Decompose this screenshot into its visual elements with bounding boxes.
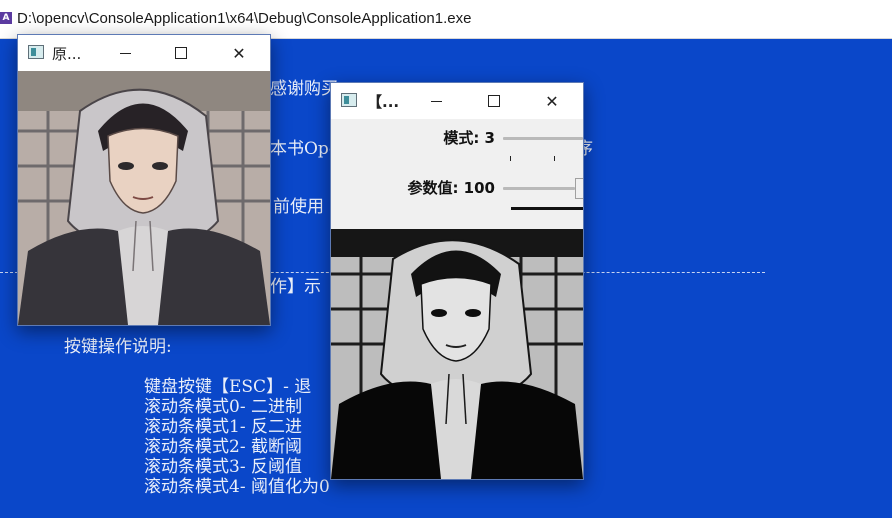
mode-trackbar-tick: [510, 156, 511, 161]
console-title: D:\opencv\ConsoleApplication1\x64\Debug\…: [17, 10, 472, 27]
mode-trackbar-label: 模式: 3: [443, 129, 495, 147]
console-line-book: 本书Ope: [270, 139, 339, 159]
portrait-color-illustration: [18, 71, 270, 325]
maximize-icon: [175, 47, 187, 59]
threshold-window-title: 【...: [367, 93, 400, 111]
value-trackbar[interactable]: [503, 187, 575, 190]
threshold-window-titlebar[interactable]: 【... ✕: [331, 83, 583, 119]
original-window-titlebar[interactable]: 原... ✕: [18, 35, 270, 71]
minimize-button[interactable]: [413, 83, 459, 119]
console-mode3: 滚动条模式3- 反阈值: [144, 457, 302, 477]
original-image: [18, 71, 270, 325]
close-icon: ✕: [232, 43, 246, 63]
minimize-button[interactable]: [102, 35, 148, 71]
console-line-version: 前使用: [273, 197, 324, 217]
threshold-image: [331, 229, 583, 479]
console-mode4: 滚动条模式4- 阈值化为0: [144, 477, 330, 497]
close-icon: ✕: [545, 91, 559, 111]
original-image-window[interactable]: 原... ✕: [17, 34, 271, 326]
console-key-heading: 按键操作说明:: [64, 337, 172, 357]
console-mode1: 滚动条模式1- 反二进: [144, 417, 302, 437]
value-trackbar-fill: [511, 207, 583, 210]
console-line-thanks: 感谢购买: [270, 79, 338, 99]
window-app-icon: [28, 45, 44, 59]
minimize-icon: [119, 52, 131, 54]
console-key-esc: 键盘按键【ESC】- 退: [144, 377, 312, 397]
trackbar-panel: 模式: 3 参数值: 100: [331, 119, 583, 229]
original-window-title: 原...: [52, 45, 82, 63]
mode-trackbar-tick: [554, 156, 555, 161]
mode-trackbar[interactable]: [503, 137, 583, 140]
maximize-button[interactable]: [158, 35, 204, 71]
window-app-icon: [341, 93, 357, 107]
close-button[interactable]: ✕: [216, 35, 262, 71]
console-line-demo: 作】示: [270, 277, 321, 297]
minimize-icon: [430, 100, 442, 102]
close-button[interactable]: ✕: [529, 83, 575, 119]
portrait-threshold-illustration: [331, 229, 583, 479]
console-mode2: 滚动条模式2- 截断阈: [144, 437, 302, 457]
maximize-icon: [488, 95, 500, 107]
threshold-window[interactable]: 【... ✕ 模式: 3 参数值: 100: [330, 82, 584, 480]
maximize-button[interactable]: [471, 83, 517, 119]
console-mode0: 滚动条模式0- 二进制: [144, 397, 302, 417]
value-trackbar-thumb[interactable]: [575, 178, 583, 199]
value-trackbar-label: 参数值: 100: [407, 179, 495, 197]
console-app-icon: A: [0, 12, 12, 24]
